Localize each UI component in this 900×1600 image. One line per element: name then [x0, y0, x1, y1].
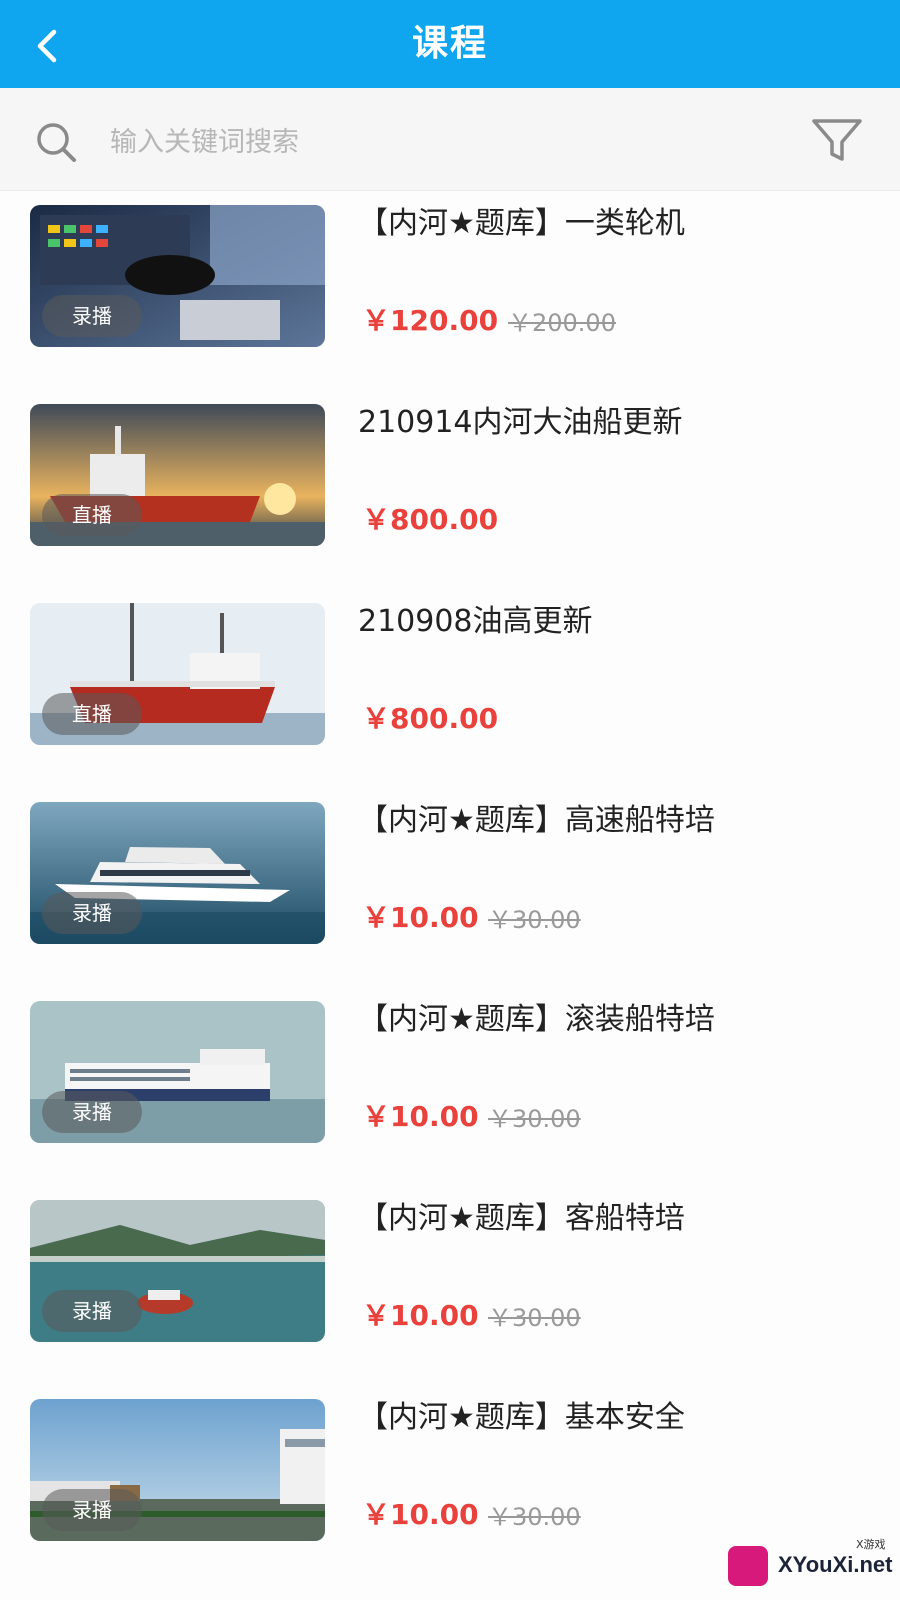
course-item[interactable]: 录播 【内河★题库】一类轮机 ￥120.00 ￥200.00 — [0, 191, 900, 371]
course-price: ￥800.00 — [362, 702, 499, 735]
course-type-tag: 录播 — [42, 1091, 142, 1133]
page-title: 课程 — [411, 23, 488, 64]
watermark-text: XYouXi.net — [778, 1552, 893, 1577]
course-price: ￥800.00 — [362, 503, 499, 536]
course-type-tag: 直播 — [42, 494, 142, 536]
site-watermark: X游戏 XYouXi.net — [728, 1532, 893, 1592]
course-title: 210914内河大油船更新 — [358, 405, 683, 440]
course-original-price: ￥30.00 — [488, 906, 581, 934]
course-price: ￥10.00 — [362, 1498, 479, 1531]
course-thumbnail: 录播 — [30, 802, 325, 944]
course-item[interactable]: 直播 210914内河大油船更新 ￥800.00 — [0, 390, 900, 570]
search-input[interactable] — [108, 115, 752, 169]
search-icon — [37, 123, 76, 162]
course-title: 【内河★题库】客船特培 — [358, 1201, 685, 1236]
course-item[interactable]: 录播 【内河★题库】滚装船特培 ￥10.00 ￥30.00 — [0, 987, 900, 1167]
course-price: ￥10.00 — [362, 1299, 479, 1332]
course-title: 【内河★题库】一类轮机 — [358, 206, 685, 241]
course-thumbnail: 录播 — [30, 1399, 325, 1541]
course-thumbnail: 直播 — [30, 404, 325, 546]
filter-icon[interactable] — [810, 115, 864, 167]
course-thumbnail: 录播 — [30, 1200, 325, 1342]
course-title: 【内河★题库】基本安全 — [358, 1400, 685, 1435]
course-original-price: ￥30.00 — [488, 1105, 581, 1133]
course-thumbnail: 直播 — [30, 603, 325, 745]
course-item[interactable]: 直播 210908油高更新 ￥800.00 — [0, 589, 900, 769]
course-thumbnail: 录播 — [30, 1001, 325, 1143]
watermark-small-text: X游戏 — [856, 1538, 886, 1551]
app-header: 课程 — [0, 0, 900, 88]
course-item[interactable]: 录播 【内河★题库】高速船特培 ￥10.00 ￥30.00 — [0, 788, 900, 968]
course-price: ￥10.00 — [362, 1100, 479, 1133]
course-title: 210908油高更新 — [358, 604, 593, 639]
course-original-price: ￥30.00 — [488, 1503, 581, 1531]
course-type-tag: 录播 — [42, 1489, 142, 1531]
course-thumbnail: 录播 — [30, 205, 325, 347]
course-original-price: ￥30.00 — [488, 1304, 581, 1332]
course-title: 【内河★题库】滚装船特培 — [358, 1002, 715, 1037]
course-price: ￥10.00 — [362, 901, 479, 934]
course-title: 【内河★题库】高速船特培 — [358, 803, 715, 838]
course-item[interactable]: 录播 【内河★题库】客船特培 ￥10.00 ￥30.00 — [0, 1186, 900, 1366]
course-type-tag: 直播 — [42, 693, 142, 735]
gamepad-logo-icon — [728, 1546, 768, 1586]
course-original-price: ￥200.00 — [508, 309, 616, 337]
course-type-tag: 录播 — [42, 1290, 142, 1332]
course-type-tag: 录播 — [42, 892, 142, 934]
course-price: ￥120.00 — [362, 304, 499, 337]
course-type-tag: 录播 — [42, 295, 142, 337]
